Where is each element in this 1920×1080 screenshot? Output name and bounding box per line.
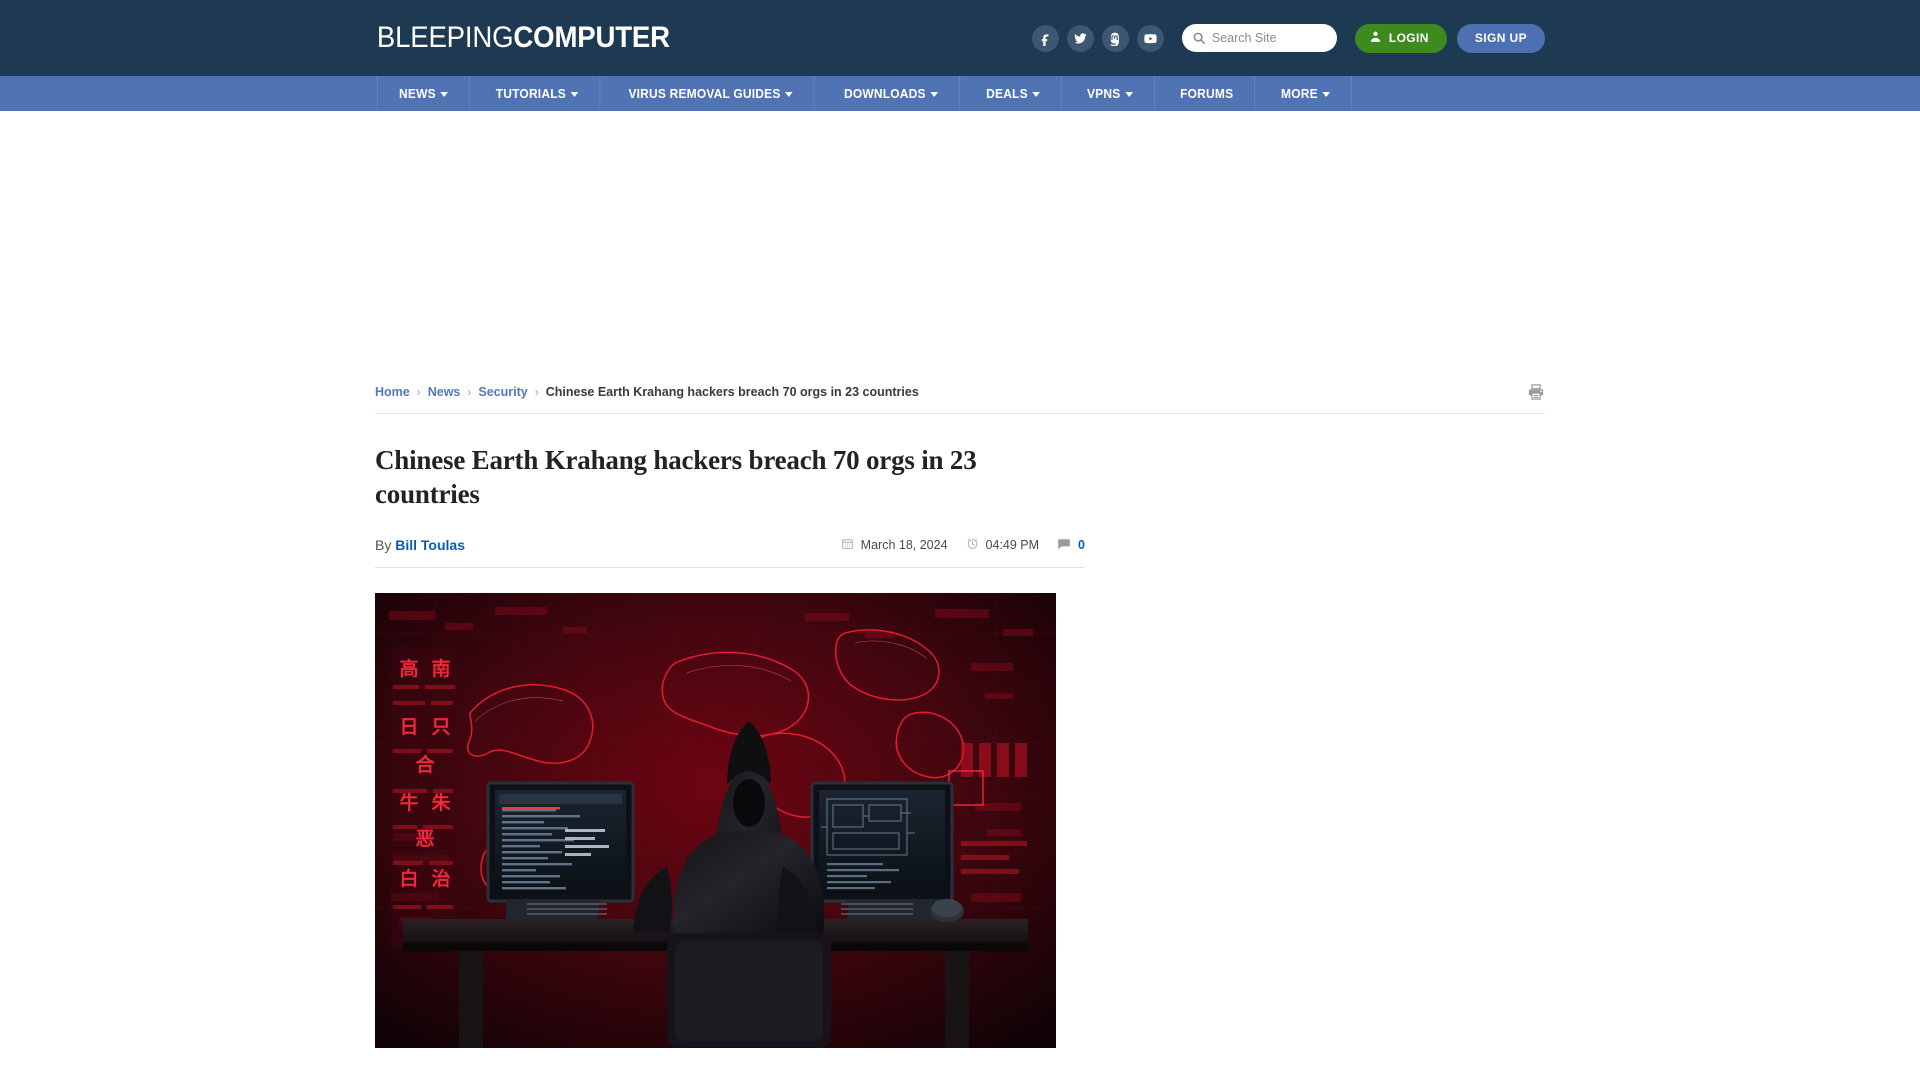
by-prefix: By [375, 537, 392, 553]
chevron-down-icon [440, 92, 449, 97]
search-input[interactable] [1211, 31, 1327, 45]
clock-icon [966, 537, 979, 553]
facebook-icon[interactable] [1031, 24, 1059, 52]
nav-label: DOWNLOADS [843, 86, 926, 101]
breadcrumb-item-current: Chinese Earth Krahang hackers breach 70 … [545, 385, 919, 399]
nav-item-tutorials[interactable]: TUTORIALS [475, 76, 601, 111]
article-meta: March 18, 2024 04:49 PM 0 [841, 537, 1085, 554]
youtube-icon[interactable] [1136, 24, 1164, 52]
byline: By Bill Toulas [375, 537, 465, 553]
chevron-down-icon [1032, 92, 1041, 97]
main-navigation: NEWS TUTORIALS VIRUS REMOVAL GUIDES DOWN… [0, 76, 1920, 111]
page-content: Home › News › Security › Chinese Earth K… [375, 383, 1545, 1048]
nav-inner: NEWS TUTORIALS VIRUS REMOVAL GUIDES DOWN… [375, 76, 1545, 111]
hacker-illustration: 高南 日只 合 牛朱 恶 白治 [375, 592, 1056, 1048]
nav-item-forums[interactable]: FORUMS [1159, 76, 1256, 111]
comment-icon [1057, 537, 1071, 554]
chevron-down-icon [571, 92, 579, 97]
nav-item-virus-removal-guides[interactable]: VIRUS REMOVAL GUIDES [608, 76, 816, 111]
advertisement-slot [0, 111, 1920, 383]
nav-item-downloads[interactable]: DOWNLOADS [823, 76, 961, 111]
nav-label: TUTORIALS [496, 86, 567, 101]
header-actions: LOGIN SIGN UP [1031, 23, 1545, 53]
article: Chinese Earth Krahang hackers breach 70 … [375, 414, 1085, 1048]
nav-label: NEWS [399, 86, 436, 101]
site-header: BLEEPINGCOMPUTER Search Site LOGIN SIGN … [0, 0, 1920, 76]
social-links [1031, 24, 1164, 52]
publish-date: March 18, 2024 [841, 537, 948, 553]
user-icon [1369, 30, 1382, 46]
chevron-down-icon [930, 92, 939, 97]
nav-label: FORUMS [1180, 86, 1234, 101]
login-button[interactable]: LOGIN [1354, 23, 1447, 53]
page-title: Chinese Earth Krahang hackers breach 70 … [375, 445, 977, 509]
mastodon-icon[interactable] [1101, 24, 1129, 52]
site-logo[interactable]: BLEEPINGCOMPUTER [375, 21, 670, 55]
nav-label: VPNS [1087, 86, 1121, 101]
search-box[interactable] [1181, 24, 1337, 52]
comment-count-text: 0 [1078, 538, 1085, 552]
breadcrumb: Home › News › Security › Chinese Earth K… [375, 385, 919, 399]
article-hero-image: 高南 日只 合 牛朱 恶 白治 [375, 592, 1056, 1048]
date-text: March 18, 2024 [860, 538, 948, 552]
chevron-down-icon [785, 92, 794, 97]
breadcrumb-row: Home › News › Security › Chinese Earth K… [375, 383, 1545, 414]
signup-label: SIGN UP [1474, 31, 1527, 45]
header-inner: BLEEPINGCOMPUTER Search Site LOGIN SIGN … [375, 0, 1545, 76]
login-label: LOGIN [1388, 31, 1429, 45]
nav-label: VIRUS REMOVAL GUIDES [628, 86, 781, 101]
print-icon[interactable] [1527, 383, 1545, 401]
logo-bold: COMPUTER [513, 21, 670, 54]
twitter-icon[interactable] [1066, 24, 1094, 52]
publish-time: 04:49 PM [966, 537, 1040, 553]
nav-item-news[interactable]: NEWS [376, 76, 471, 111]
comment-count[interactable]: 0 [1057, 537, 1085, 554]
time-text: 04:49 PM [985, 538, 1040, 552]
breadcrumb-separator: › [416, 385, 421, 399]
nav-item-vpns[interactable]: VPNS [1066, 76, 1156, 111]
logo-thin: BLEEPING [376, 21, 514, 54]
nav-item-deals[interactable]: DEALS [965, 76, 1063, 111]
breadcrumb-separator: › [467, 385, 472, 399]
nav-label: MORE [1280, 86, 1318, 101]
breadcrumb-item-home[interactable]: Home [375, 385, 410, 399]
calendar-icon [841, 537, 854, 553]
chevron-down-icon [1322, 92, 1330, 97]
byline-row: By Bill Toulas March 18, 2024 04:49 PM 0 [375, 537, 1085, 568]
author-link[interactable]: Bill Toulas [395, 537, 465, 553]
breadcrumb-item-security[interactable]: Security [478, 385, 527, 399]
nav-label: DEALS [986, 86, 1028, 101]
nav-item-more[interactable]: MORE [1260, 76, 1352, 111]
breadcrumb-item-news[interactable]: News [428, 385, 461, 399]
signup-button[interactable]: SIGN UP [1456, 23, 1545, 53]
breadcrumb-separator: › [534, 385, 539, 399]
chevron-down-icon [1125, 92, 1134, 97]
search-icon [1192, 31, 1206, 45]
